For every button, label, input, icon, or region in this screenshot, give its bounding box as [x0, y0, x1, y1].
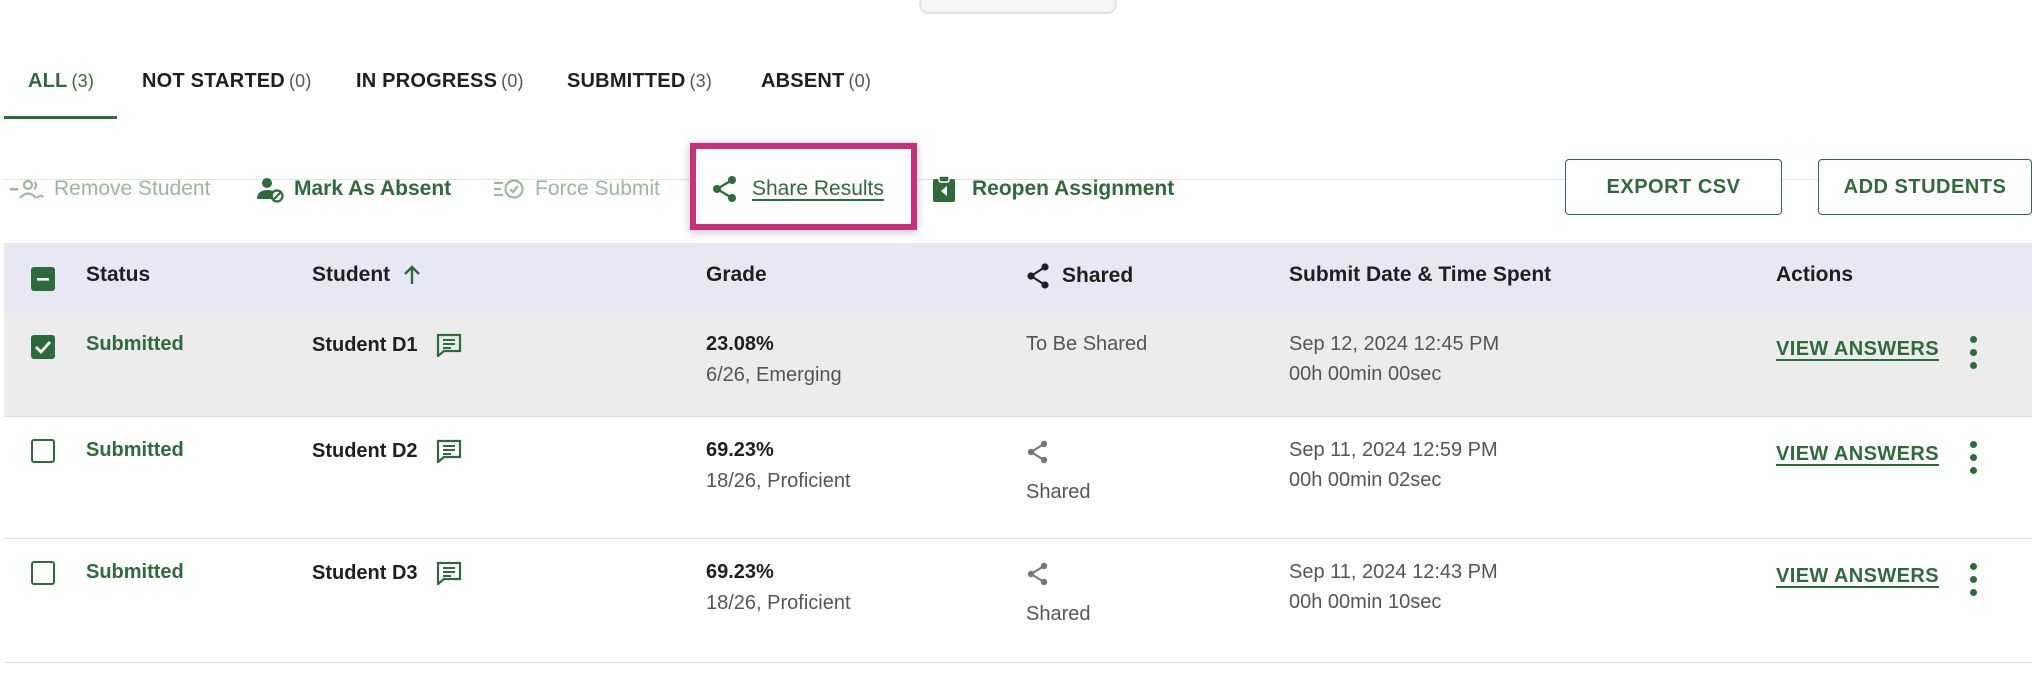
tab-count: (3) [689, 71, 713, 91]
submit-date: Sep 11, 2024 12:43 PM [1289, 561, 1498, 583]
time-spent: 00h 00min 02sec [1289, 469, 1442, 491]
view-answers-link[interactable]: VIEW ANSWERS [1776, 338, 1939, 361]
grade-cell: 23.08% 6/26, Emerging [706, 333, 842, 387]
tab-in-progress[interactable]: IN PROGRESS (0) [356, 70, 524, 93]
row-checkbox[interactable] [31, 439, 55, 463]
tab-label: ALL [28, 70, 68, 92]
add-students-button[interactable]: ADD STUDENTS [1818, 159, 2032, 215]
check-icon [35, 341, 52, 355]
share-icon [1027, 440, 1048, 464]
active-tab-indicator [4, 116, 117, 119]
view-answers-link[interactable]: VIEW ANSWERS [1776, 443, 1939, 466]
submit-date-cell: Sep 11, 2024 12:43 PM 00h 00min 10sec [1289, 557, 1498, 617]
more-actions-icon[interactable] [1968, 336, 1978, 370]
tab-count: (0) [501, 71, 524, 91]
grade-detail: 18/26, Proficient [706, 592, 851, 614]
top-scroll-handle [919, 0, 1117, 14]
submit-date: Sep 12, 2024 12:45 PM [1289, 333, 1500, 355]
minus-icon [37, 278, 49, 281]
tab-count: (0) [848, 71, 872, 91]
shared-cell: Shared [1026, 561, 1091, 626]
submit-date-cell: Sep 12, 2024 12:45 PM 00h 00min 00sec [1289, 329, 1499, 389]
force-submit-label: Force Submit [535, 177, 660, 200]
share-results-button[interactable]: Share Results [712, 168, 884, 210]
grade-cell: 69.23% 18/26, Proficient [706, 439, 851, 493]
tab-all[interactable]: ALL (3) [28, 70, 94, 93]
column-header-student-label: Student [312, 263, 391, 286]
more-actions-icon[interactable] [1968, 441, 1978, 475]
comment-icon[interactable] [436, 561, 462, 585]
remove-student-button[interactable]: Remove Student [10, 168, 210, 210]
tab-label: SUBMITTED [567, 70, 686, 92]
row-checkbox[interactable] [31, 335, 55, 359]
shared-status: Shared [1026, 481, 1091, 503]
student-name: Student D3 [312, 561, 462, 585]
comment-icon[interactable] [436, 333, 462, 357]
column-header-grade[interactable]: Grade [706, 263, 767, 287]
force-submit-icon [494, 179, 524, 199]
column-header-actions: Actions [1776, 263, 1854, 286]
view-answers-link[interactable]: VIEW ANSWERS [1776, 565, 1939, 588]
column-header-status[interactable]: Status [86, 263, 150, 287]
sort-ascending-icon [404, 265, 421, 284]
row-checkbox[interactable] [31, 561, 55, 585]
grade-detail: 18/26, Proficient [706, 470, 851, 492]
tab-label: IN PROGRESS [356, 70, 498, 92]
student-name-label[interactable]: Student D2 [312, 440, 418, 463]
column-header-shared[interactable]: Shared [1026, 263, 1133, 289]
status-text: Submitted [86, 439, 184, 461]
table-row[interactable]: Submitted Student D3 69.23% 18/26, Profi… [4, 539, 2032, 663]
student-name-label[interactable]: Student D3 [312, 562, 418, 585]
shared-status: To Be Shared [1026, 333, 1148, 355]
grade-cell: 69.23% 18/26, Proficient [706, 561, 851, 615]
student-name: Student D2 [312, 439, 462, 463]
submit-date: Sep 11, 2024 12:59 PM [1289, 439, 1498, 461]
status-tabs: ALL (3) NOT STARTED (0) IN PROGRESS (0) SUB… [0, 58, 2032, 180]
time-spent: 00h 00min 00sec [1289, 363, 1442, 385]
shared-status: Shared [1026, 603, 1091, 625]
student-name-label[interactable]: Student D1 [312, 334, 418, 357]
status-text: Submitted [86, 561, 184, 583]
time-spent: 00h 00min 10sec [1289, 591, 1442, 613]
share-icon [713, 176, 736, 202]
tab-absent[interactable]: ABSENT (0) [761, 70, 871, 93]
force-submit-button[interactable]: Force Submit [493, 168, 660, 210]
more-actions-icon[interactable] [1968, 563, 1978, 597]
tab-count: (0) [288, 71, 312, 91]
remove-student-label: Remove Student [54, 177, 211, 200]
grade-percent: 23.08% [706, 333, 774, 355]
mark-absent-label: Mark As Absent [294, 177, 452, 200]
tab-not-started[interactable]: NOT STARTED (0) [142, 70, 312, 93]
shared-cell: Shared [1026, 439, 1091, 504]
clipboard-return-icon [933, 175, 955, 202]
table-row[interactable]: Submitted Student D2 69.23% 18/26, Profi… [4, 417, 2032, 539]
column-header-student[interactable]: Student [312, 263, 422, 287]
grade-detail: 6/26, Emerging [706, 364, 842, 386]
table-row[interactable]: Submitted Student D1 23.08% 6/26, Emergi… [4, 311, 2032, 417]
person-absent-icon [257, 178, 284, 203]
column-header-submit-date[interactable]: Submit Date & Time Spent [1289, 263, 1551, 287]
submit-date-cell: Sep 11, 2024 12:59 PM 00h 00min 02sec [1289, 435, 1498, 495]
tab-submitted[interactable]: SUBMITTED (3) [567, 70, 712, 93]
reopen-assignment-button[interactable]: Reopen Assignment [932, 168, 1174, 210]
tab-count: (3) [71, 71, 95, 91]
status-text: Submitted [86, 333, 184, 355]
share-results-label: Share Results [752, 177, 884, 200]
comment-icon[interactable] [436, 439, 462, 463]
remove-person-icon [10, 179, 44, 199]
select-all-checkbox[interactable] [31, 267, 55, 291]
student-name: Student D1 [312, 333, 462, 357]
column-header-shared-label: Shared [1062, 264, 1134, 287]
grade-percent: 69.23% [706, 561, 774, 583]
grade-percent: 69.23% [706, 439, 774, 461]
export-csv-button[interactable]: EXPORT CSV [1565, 159, 1782, 215]
reopen-assignment-label: Reopen Assignment [972, 177, 1175, 200]
table-header: Status Student Grade Shared Submit Date … [4, 243, 2032, 311]
share-icon [1027, 263, 1049, 289]
mark-absent-button[interactable]: Mark As Absent [256, 168, 451, 210]
tab-label: ABSENT [761, 70, 845, 92]
share-icon [1027, 562, 1048, 586]
tab-label: NOT STARTED [142, 70, 285, 92]
